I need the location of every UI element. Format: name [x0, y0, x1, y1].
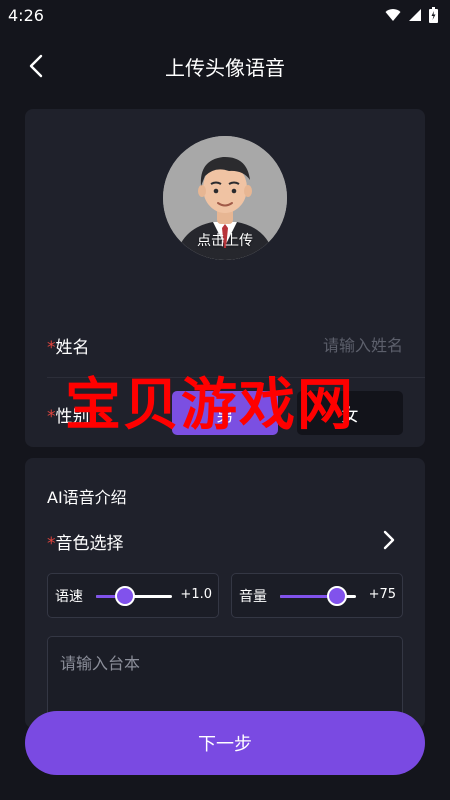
next-button[interactable]: 下一步	[25, 711, 425, 775]
battery-icon	[429, 7, 438, 23]
voice-section-title: AI语音介绍	[47, 488, 127, 507]
name-label-row: *姓名	[47, 333, 90, 358]
chevron-right-icon	[383, 530, 395, 550]
status-bar: 4:26	[0, 0, 450, 30]
voice-card: AI语音介绍 *音色选择 语速 +1.0 音量 +75	[25, 458, 425, 728]
gender-label-row: *性别	[47, 402, 90, 427]
page-title: 上传头像语音	[165, 56, 285, 80]
gender-female-button[interactable]: 女	[297, 391, 403, 435]
speed-label: 语速	[55, 589, 83, 605]
status-time: 4:26	[8, 5, 44, 25]
avatar-upload-label: 点击上传	[197, 233, 253, 249]
signal-icon	[409, 9, 421, 21]
volume-slider-box: 音量 +75	[231, 573, 403, 618]
volume-slider-track[interactable]	[280, 586, 356, 606]
name-input[interactable]	[223, 333, 403, 357]
timbre-label-row: *音色选择	[47, 529, 124, 554]
gender-male-button[interactable]: 男	[172, 391, 278, 435]
speed-slider-thumb[interactable]	[114, 586, 135, 606]
required-mark: *	[47, 338, 56, 358]
avatar-upload[interactable]: 点击上传	[163, 136, 287, 260]
timbre-select-row[interactable]: *音色选择	[25, 524, 425, 556]
speed-slider-track[interactable]	[96, 586, 172, 606]
wifi-icon	[385, 9, 401, 21]
speed-value: +1.0	[180, 587, 212, 602]
timbre-label: 音色选择	[55, 534, 124, 554]
volume-slider-thumb[interactable]	[327, 586, 347, 606]
gender-label: 性别	[55, 407, 90, 427]
volume-value: +75	[368, 587, 396, 602]
volume-label: 音量	[239, 589, 267, 605]
speed-slider-box: 语速 +1.0	[47, 573, 219, 618]
required-mark: *	[47, 407, 56, 427]
status-icons	[385, 7, 438, 23]
profile-card: 点击上传 *姓名 *性别 男 女	[25, 109, 425, 447]
name-label: 姓名	[55, 338, 90, 358]
divider	[47, 377, 425, 378]
required-mark: *	[47, 534, 56, 554]
header: 上传头像语音	[0, 30, 450, 102]
